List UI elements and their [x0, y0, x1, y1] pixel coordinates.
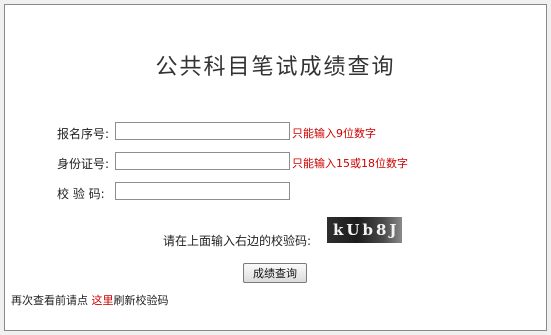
query-panel: 公共科目笔试成绩查询 报名序号: 只能输入9位数字 身份证号: 只能输入15或1… — [4, 4, 547, 331]
refresh-note-suffix: 刷新校验码 — [113, 294, 169, 307]
query-button[interactable]: 成绩查询 — [243, 263, 307, 283]
id-no-label: 身份证号: — [57, 157, 110, 171]
captcha-prompt: 请在上面输入右边的校验码: — [163, 234, 312, 248]
reg-no-hint: 只能输入9位数字 — [292, 127, 376, 140]
refresh-note-prefix: 再次查看前请点 — [11, 294, 88, 307]
reg-no-label: 报名序号: — [57, 127, 110, 141]
captcha-input[interactable] — [115, 182, 290, 200]
captcha-label: 校 验 码: — [57, 187, 105, 201]
reg-no-input[interactable] — [115, 122, 290, 140]
refresh-note: 再次查看前请点 这里刷新校验码 — [11, 292, 169, 308]
captcha-image[interactable]: kUb8J — [327, 217, 402, 243]
id-no-input[interactable] — [115, 152, 290, 170]
id-no-hint: 只能输入15或18位数字 — [292, 157, 408, 170]
page-title: 公共科目笔试成绩查询 — [155, 55, 396, 80]
refresh-captcha-link[interactable]: 这里 — [92, 294, 114, 307]
